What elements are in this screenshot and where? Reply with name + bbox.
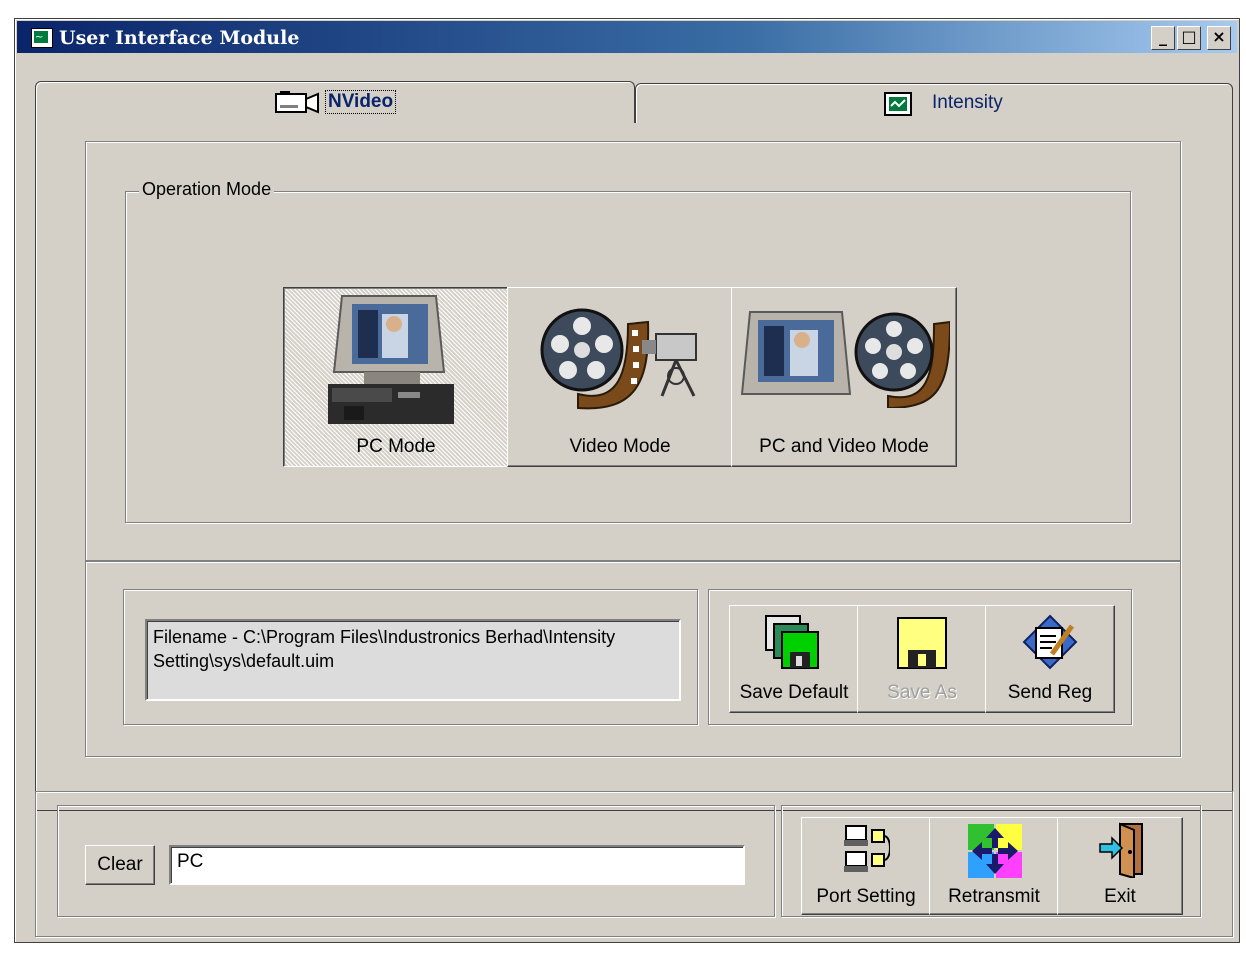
save-default-button[interactable]: Save Default (729, 605, 859, 713)
retransmit-label: Retransmit (948, 886, 1040, 907)
save-as-label: Save As (887, 682, 957, 703)
port-setting-button[interactable]: Port Setting (801, 817, 931, 915)
video-mode-label: Video Mode (569, 436, 671, 457)
clear-button-label: Clear (97, 854, 143, 875)
status-input[interactable]: PC (169, 845, 745, 885)
port-setting-label: Port Setting (816, 886, 916, 907)
network-ports-icon (844, 825, 890, 872)
pc-and-video-mode-label: PC and Video Mode (759, 436, 929, 457)
pc-mode-button[interactable]: PC Mode (283, 287, 509, 467)
computer-monitor-icon (328, 295, 454, 424)
exit-label: Exit (1104, 886, 1136, 907)
send-reg-label: Send Reg (1007, 682, 1093, 703)
retransmit-button[interactable]: Retransmit (929, 817, 1059, 915)
operation-mode-label: Operation Mode (139, 179, 275, 200)
exit-button[interactable]: Exit (1057, 817, 1183, 915)
close-button[interactable]: × (1207, 26, 1231, 50)
film-reel-camera-icon (540, 308, 697, 410)
monitor-film-reel-icon (740, 311, 950, 408)
clear-button[interactable]: Clear (85, 845, 155, 885)
pc-mode-label: PC Mode (356, 436, 436, 457)
main-window: ~ User Interface Module _ □ × NVideo Int… (14, 18, 1240, 943)
video-mode-button[interactable]: Video Mode (507, 287, 733, 467)
save-as-button: Save As (857, 605, 987, 713)
send-reg-button[interactable]: Send Reg (985, 605, 1115, 713)
app-icon: ~ (31, 28, 53, 48)
tab-nvideo-label: NVideo (324, 90, 397, 114)
title-bar[interactable]: ~ User Interface Module _ □ × (17, 21, 1237, 53)
save-default-label: Save Default (739, 682, 849, 703)
window-title: User Interface Module (59, 27, 300, 49)
retransmit-arrows-icon (968, 824, 1022, 878)
document-pencil-icon (1022, 614, 1078, 670)
tab-intensity[interactable]: Intensity (635, 83, 1233, 123)
tab-intensity-label: Intensity (932, 92, 1003, 113)
maximize-button[interactable]: □ (1177, 26, 1201, 50)
floppy-disk-icon (897, 617, 947, 669)
video-camera-icon (275, 91, 319, 114)
pc-and-video-mode-button[interactable]: PC and Video Mode (731, 287, 957, 467)
stacked-floppy-icon (765, 615, 819, 669)
filename-display: Filename - C:\Program Files\Industronics… (145, 619, 681, 701)
minimize-button[interactable]: _ (1151, 26, 1175, 50)
tab-nvideo[interactable]: NVideo (35, 81, 635, 123)
exit-door-icon (1099, 822, 1143, 878)
app-screen-icon (884, 92, 912, 116)
